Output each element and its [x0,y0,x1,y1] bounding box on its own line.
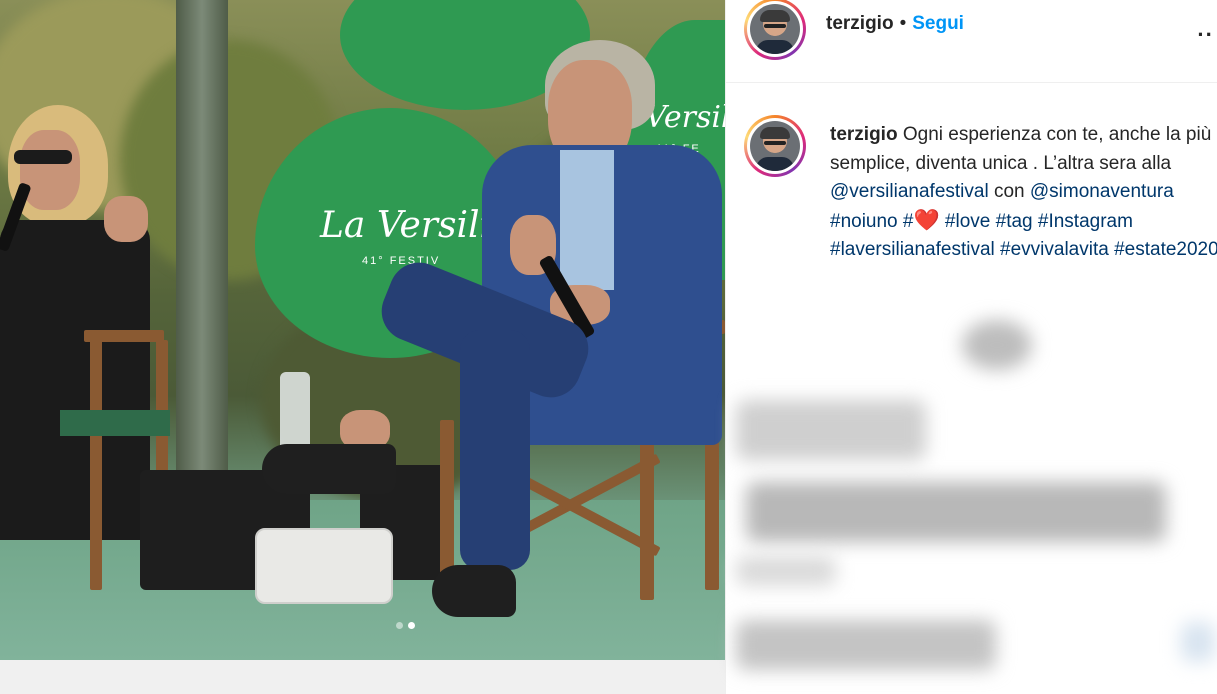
caption-avatar[interactable] [744,115,806,177]
blurred-content [736,556,836,586]
photo-bottom-strip [0,660,725,694]
caption-text: con [993,181,1025,203]
signage-brand-text-partial: Versilian [645,100,725,135]
mention-link[interactable]: @simonaventura [1030,181,1174,202]
avatar-photo [750,4,800,54]
follow-button[interactable]: Segui [912,13,964,35]
man-shoe [432,565,516,617]
heart-emoji: ❤️ [913,208,940,232]
woman-face [20,130,80,210]
hashtag-link[interactable]: #evvivalavita [1000,239,1109,260]
post-photo[interactable]: La Versiliana 41° FESTIV Versilian 41° F… [0,0,725,660]
woman-hand [104,196,148,242]
hashtag-link[interactable]: #tag [996,211,1033,232]
hashtag-link[interactable]: #Instagram [1038,211,1133,232]
white-handbag [255,528,393,604]
hashtag-link[interactable]: #love [945,211,990,232]
man-leg [460,330,530,570]
blurred-content [736,400,926,460]
more-horizontal-icon[interactable]: ·· [1197,22,1214,48]
separator-dot: • [899,13,907,34]
caption-username[interactable]: terzigio [830,124,898,145]
woman-body [0,220,150,540]
blurred-content [736,620,996,670]
header-user-row: terzigio • Segui [826,13,964,35]
mention-link[interactable]: @versilianafestival [830,181,989,202]
carousel-indicator [396,622,415,629]
carousel-dot[interactable] [396,622,403,629]
left-chair-seat [60,410,170,436]
hashtag-link[interactable]: #noiuno [830,211,898,232]
avatar[interactable] [744,0,806,60]
man-shirt [560,150,614,290]
post-header: terzigio • Segui ·· [726,0,1217,83]
right-chair-leg [440,420,454,590]
post-caption: terzigio Ogni esperienza con te, anche l… [830,121,1217,265]
hashtag-link[interactable]: #estate2020 [1114,239,1217,260]
hashtag-link[interactable]: #laversilianafestival [830,239,995,260]
woman-sunglasses [14,150,72,164]
left-chair-leg [90,340,102,590]
blurred-content [962,320,1032,370]
blurred-content [746,482,1166,542]
blurred-content [1181,622,1215,662]
pole [176,0,228,470]
avatar-photo [750,121,800,171]
post-sidebar: terzigio • Segui ·· terzigio Ogni esperi… [725,0,1217,694]
carousel-dot-active[interactable] [408,622,415,629]
hashtag-link[interactable]: # [903,211,914,232]
header-username[interactable]: terzigio [826,13,894,35]
man-shoe [262,444,396,494]
